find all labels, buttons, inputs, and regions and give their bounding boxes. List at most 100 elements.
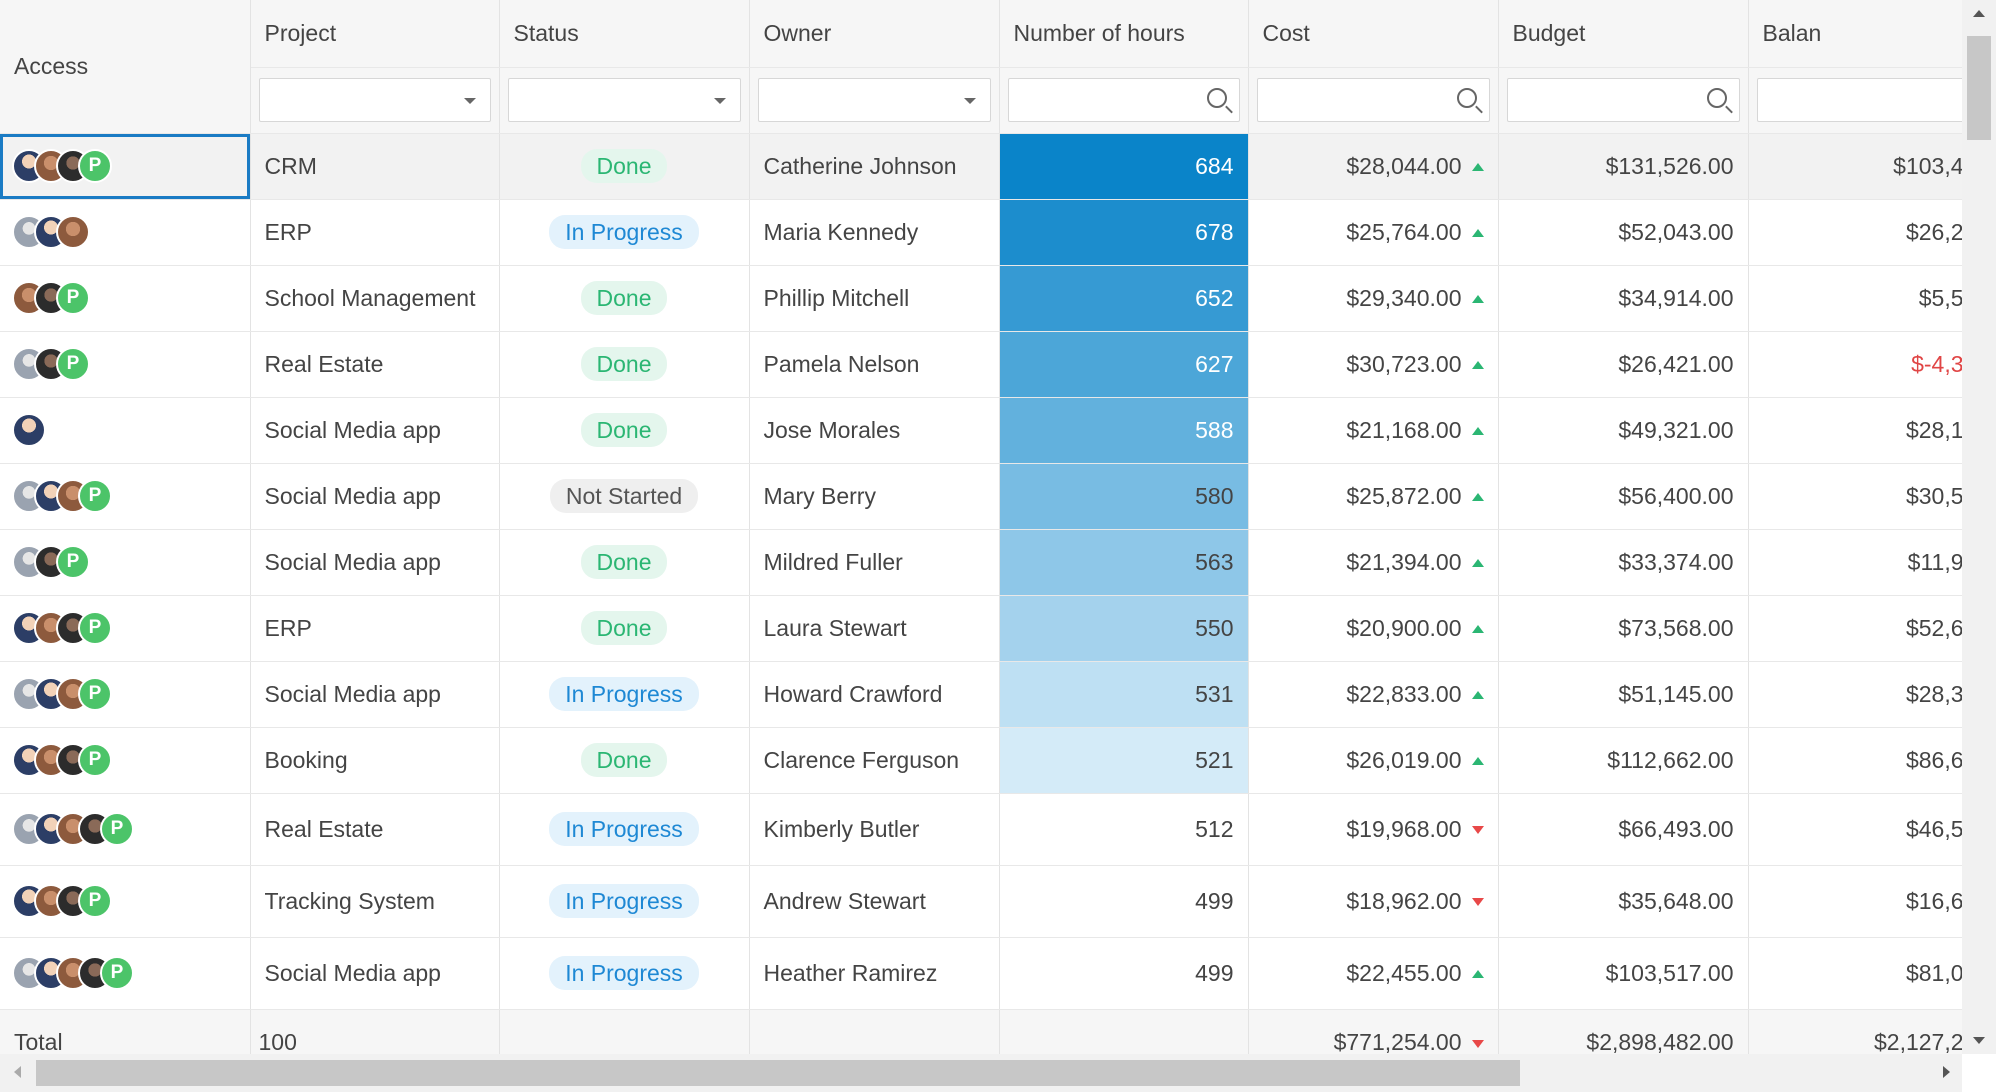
cost-value: $21,168.00 (1346, 416, 1462, 443)
table-row[interactable]: P Social Media app In Progress Heather Rami… (0, 937, 1962, 1010)
horizontal-scroll-thumb[interactable] (36, 1060, 1520, 1086)
cost-cell: $18,962.00 (1248, 865, 1499, 938)
status-filter-dropdown[interactable] (507, 78, 741, 122)
column-header-owner[interactable]: Owner (749, 0, 1000, 68)
footer-total-label: Total (0, 1009, 251, 1054)
data-grid: Access Project Status Owner Number of ho… (0, 0, 1962, 1054)
budget-filter-input[interactable] (1506, 78, 1740, 122)
column-header-access[interactable]: Access (0, 0, 251, 134)
owner-cell: Andrew Stewart (749, 865, 1000, 938)
project-filter-dropdown[interactable] (258, 78, 491, 122)
trend-down-icon (1471, 826, 1484, 835)
table-row[interactable]: P Social Media app In Progress Howard Crawf… (0, 661, 1962, 728)
trend-up-icon (1471, 427, 1484, 436)
hours-cell: 652 (999, 265, 1249, 332)
footer-cost-value: $771,254.00 (1333, 1028, 1462, 1054)
owner-filter-dropdown[interactable] (757, 78, 991, 122)
owner-cell: Phillip Mitchell (749, 265, 1000, 332)
project-cell: School Management (250, 265, 500, 332)
column-header-cost[interactable]: Cost (1248, 0, 1499, 68)
hours-value: 678 (1195, 218, 1234, 245)
access-cell[interactable] (0, 199, 251, 266)
vertical-scrollbar[interactable] (1962, 0, 1996, 1054)
cost-filter-input[interactable] (1256, 78, 1490, 122)
footer-empty-owner (749, 1009, 1000, 1054)
hours-value: 499 (1195, 959, 1234, 986)
table-row[interactable]: P Social Media app Done Mildred Fuller 563 $2… (0, 529, 1962, 596)
table-row[interactable]: P School Management Done Phillip Mitchell 65… (0, 265, 1962, 332)
table-row[interactable]: P Real Estate Done Pamela Nelson 627 $30,723.… (0, 331, 1962, 398)
access-cell[interactable] (0, 397, 251, 464)
column-header-status[interactable]: Status (499, 0, 750, 68)
access-cell[interactable]: P (0, 793, 251, 866)
column-header-project[interactable]: Project (250, 0, 500, 68)
search-icon (1206, 88, 1227, 108)
access-cell[interactable]: P (0, 265, 251, 332)
search-icon (1456, 88, 1477, 108)
table-row[interactable]: ERP In Progress Maria Kennedy 678 $25,764.00… (0, 199, 1962, 266)
access-cell[interactable]: P (0, 595, 251, 662)
table-row[interactable]: P ERP Done Laura Stewart 550 $20,900.00 $73,56… (0, 595, 1962, 662)
status-cell: In Progress (499, 661, 750, 728)
status-badge: In Progress (549, 215, 699, 249)
access-cell[interactable]: P (0, 937, 251, 1010)
cost-value: $25,872.00 (1346, 482, 1462, 509)
project-cell: Social Media app (250, 463, 500, 530)
table-row[interactable]: Social Media app Done Jose Morales 588 $21,1… (0, 397, 1962, 464)
table-row[interactable]: P Booking Done Clarence Ferguson 521 $26,019.… (0, 727, 1962, 794)
hours-value: 499 (1195, 887, 1234, 914)
filter-cell-status (499, 67, 750, 134)
table-row[interactable]: P Social Media app Not Started Mary Berry 58… (0, 463, 1962, 530)
status-cell: Done (499, 727, 750, 794)
hours-filter-input[interactable] (1007, 78, 1240, 122)
access-cell[interactable]: P (0, 865, 251, 938)
table-row[interactable]: P Real Estate In Progress Kimberly Butler 51… (0, 793, 1962, 866)
hours-value: 512 (1195, 815, 1234, 842)
hours-cell: 521 (999, 727, 1249, 794)
owner-cell: Laura Stewart (749, 595, 1000, 662)
scroll-left-icon[interactable] (14, 1066, 21, 1078)
hours-cell: 531 (999, 661, 1249, 728)
hours-cell: 678 (999, 199, 1249, 266)
filter-cell-balance (1748, 67, 1962, 134)
horizontal-scrollbar[interactable] (0, 1054, 1962, 1092)
status-badge: Done (580, 545, 668, 579)
trend-up-icon (1471, 559, 1484, 568)
cost-value: $20,900.00 (1346, 614, 1462, 641)
cost-value: $29,340.00 (1346, 284, 1462, 311)
balance-cell: $11,980. (1748, 529, 1962, 596)
scroll-up-icon[interactable] (1973, 10, 1985, 17)
project-cell: Social Media app (250, 397, 500, 464)
cost-cell: $20,900.00 (1248, 595, 1499, 662)
footer-budget: $2,898,482.00 (1498, 1009, 1749, 1054)
chevron-down-icon (963, 98, 976, 104)
budget-cell: $35,648.00 (1498, 865, 1749, 938)
status-cell: Done (499, 133, 750, 200)
access-cell[interactable]: P (0, 133, 251, 200)
scroll-down-icon[interactable] (1973, 1037, 1985, 1044)
table-row[interactable]: P CRM Done Catherine Johnson 684 $28,044.00 $1… (0, 133, 1962, 200)
access-cell[interactable]: P (0, 331, 251, 398)
search-icon (1706, 88, 1727, 108)
column-header-balance[interactable]: Balan (1748, 0, 1962, 68)
column-header-budget[interactable]: Budget (1498, 0, 1749, 68)
projects-table: Access Project Status Owner Number of ho… (0, 0, 1962, 1054)
cost-value: $25,764.00 (1346, 218, 1462, 245)
cost-cell: $21,168.00 (1248, 397, 1499, 464)
cost-value: $18,962.00 (1346, 887, 1462, 914)
balance-filter-input[interactable] (1756, 78, 1962, 122)
hours-cell: 512 (999, 793, 1249, 866)
hours-value: 521 (1195, 746, 1234, 773)
scroll-right-icon[interactable] (1943, 1066, 1950, 1078)
cost-cell: $22,833.00 (1248, 661, 1499, 728)
vertical-scroll-thumb[interactable] (1967, 36, 1991, 140)
access-cell[interactable]: P (0, 727, 251, 794)
access-cell[interactable]: P (0, 529, 251, 596)
cost-cell: $22,455.00 (1248, 937, 1499, 1010)
access-cell[interactable]: P (0, 661, 251, 728)
balance-cell: $26,279. (1748, 199, 1962, 266)
table-row[interactable]: P Tracking System In Progress Andrew Stewar… (0, 865, 1962, 938)
status-cell: In Progress (499, 199, 750, 266)
column-header-hours[interactable]: Number of hours (999, 0, 1249, 68)
access-cell[interactable]: P (0, 463, 251, 530)
